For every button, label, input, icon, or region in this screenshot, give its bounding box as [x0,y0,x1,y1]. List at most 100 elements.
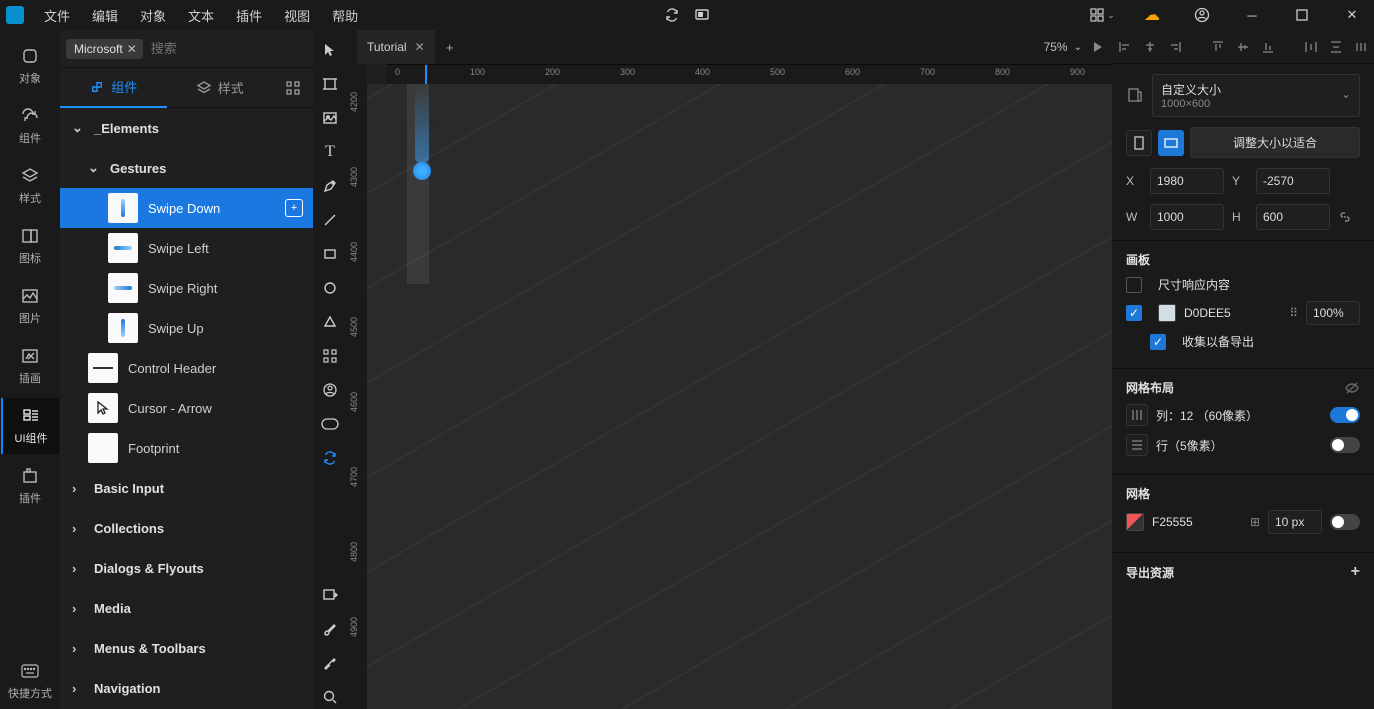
iconbar-ui-components[interactable]: UI组件 [1,398,59,454]
account-icon[interactable] [1180,0,1224,30]
align-left-icon[interactable] [1116,38,1134,56]
align-center-v-icon[interactable] [1234,38,1252,56]
menu-object[interactable]: 对象 [130,2,176,29]
tab-styles[interactable]: 样式 [167,68,274,108]
insert-icon[interactable]: + [285,199,303,217]
grid-toggle[interactable] [1330,514,1360,530]
ruler-horizontal[interactable]: 0100200300400500600700800900 [387,64,1112,84]
tool-brush-icon[interactable] [318,617,342,641]
iconbar-illustrations[interactable]: 插画 [1,338,59,394]
tool-export-icon[interactable] [318,583,342,607]
cols-toggle[interactable] [1330,407,1360,423]
link-wh-icon[interactable] [1338,210,1352,224]
doc-tab-tutorial[interactable]: Tutorial✕ [357,30,435,64]
node-navigation[interactable]: ›Navigation [60,668,313,708]
responsive-checkbox[interactable] [1126,277,1142,293]
grid-view-icon[interactable] [273,80,313,96]
visibility-off-icon[interactable] [1344,380,1360,396]
node-media[interactable]: ›Media [60,588,313,628]
presentation-icon[interactable] [694,7,710,23]
align-center-h-icon[interactable] [1141,38,1159,56]
menu-text[interactable]: 文本 [178,2,224,29]
leaf-footprint[interactable]: Footprint [60,428,313,468]
tool-artboard-icon[interactable] [318,72,342,96]
zoom-value[interactable]: 75% [1044,40,1068,54]
rows-toggle[interactable] [1330,437,1360,453]
menu-help[interactable]: 帮助 [322,2,368,29]
export-checkbox[interactable]: ✓ [1150,334,1166,350]
fill-hex-label[interactable]: D0DEE5 [1184,306,1281,320]
tool-line-icon[interactable] [318,208,342,232]
leaf-control-header[interactable]: Control Header [60,348,313,388]
close-tab-icon[interactable]: ✕ [415,40,425,54]
align-top-icon[interactable] [1209,38,1227,56]
tool-select-icon[interactable] [318,38,342,62]
play-icon[interactable] [1090,40,1104,54]
columns-icon[interactable] [1126,404,1148,426]
tidy-icon[interactable] [1352,38,1370,56]
fit-size-button[interactable]: 调整大小以适合 [1190,127,1360,158]
grid-swatch[interactable] [1126,513,1144,531]
ruler-vertical[interactable]: 42004300440045004600470048004900 [347,84,367,709]
grid-size-input[interactable] [1268,510,1322,534]
tool-ellipse-icon[interactable] [318,276,342,300]
menu-plugin[interactable]: 插件 [226,2,272,29]
iconbar-objects[interactable]: 对象 [1,38,59,94]
window-maximize[interactable] [1280,0,1324,30]
menu-view[interactable]: 视图 [274,2,320,29]
tool-pen-icon[interactable] [318,174,342,198]
node-collections[interactable]: ›Collections [60,508,313,548]
iconbar-plugins[interactable]: 插件 [1,458,59,514]
distribute-v-icon[interactable] [1327,38,1345,56]
tool-components-icon[interactable] [318,344,342,368]
leaf-swipe-down[interactable]: Swipe Down + [60,188,313,228]
w-input[interactable] [1150,204,1224,230]
zoom-chevron-icon[interactable]: ⌄ [1074,42,1082,53]
iconbar-shortcuts[interactable]: 快捷方式 [1,653,59,709]
iconbar-components[interactable]: 组件 [1,98,59,154]
fill-swatch[interactable] [1158,304,1176,322]
apps-icon[interactable]: ⌄ [1080,0,1124,30]
cloud-icon[interactable]: ☁ [1130,0,1174,30]
search-input[interactable] [143,41,313,56]
tool-triangle-icon[interactable] [318,310,342,334]
tool-zoom-icon[interactable] [318,685,342,709]
node-menus-toolbars[interactable]: ›Menus & Toolbars [60,628,313,668]
distribute-h-icon[interactable] [1302,38,1320,56]
tool-sync-icon[interactable] [318,446,342,470]
fill-opacity-input[interactable] [1306,301,1360,325]
grid-hex-label[interactable]: F25555 [1152,515,1242,529]
size-preset-select[interactable]: 自定义大小 1000×600 ⌄ [1152,74,1360,117]
tool-image-icon[interactable] [318,106,342,130]
tool-avatar-icon[interactable] [318,378,342,402]
orient-portrait-icon[interactable] [1126,130,1152,156]
swipe-gesture-object[interactable] [413,162,431,180]
node-gestures[interactable]: ⌄Gestures [60,148,313,188]
align-bottom-icon[interactable] [1259,38,1277,56]
chip-remove-icon[interactable]: ✕ [127,42,137,56]
add-export-icon[interactable]: + [1351,563,1360,581]
leaf-swipe-left[interactable]: Swipe Left [60,228,313,268]
tool-rect-icon[interactable] [318,242,342,266]
iconbar-images[interactable]: 图片 [1,278,59,334]
iconbar-icons[interactable]: 图标 [1,218,59,274]
add-tab-icon[interactable]: + [435,40,465,55]
fill-checkbox[interactable]: ✓ [1126,305,1142,321]
menu-edit[interactable]: 编辑 [82,2,128,29]
iconbar-styles[interactable]: 样式 [1,158,59,214]
rows-icon[interactable] [1126,434,1148,456]
canvas-stage[interactable] [367,84,1112,709]
leaf-swipe-right[interactable]: Swipe Right [60,268,313,308]
x-input[interactable] [1150,168,1224,194]
tool-eyedropper-icon[interactable] [318,651,342,675]
y-input[interactable] [1256,168,1330,194]
window-minimize[interactable]: ─ [1230,0,1274,30]
blend-icon[interactable]: ⠿ [1289,306,1298,320]
h-input[interactable] [1256,204,1330,230]
node-basic-input[interactable]: ›Basic Input [60,468,313,508]
node-dialogs-flyouts[interactable]: ›Dialogs & Flyouts [60,548,313,588]
orient-landscape-icon[interactable] [1158,130,1184,156]
align-right-icon[interactable] [1166,38,1184,56]
grid-pattern-icon[interactable]: ⊞ [1250,515,1260,529]
tool-button-icon[interactable] [318,412,342,436]
